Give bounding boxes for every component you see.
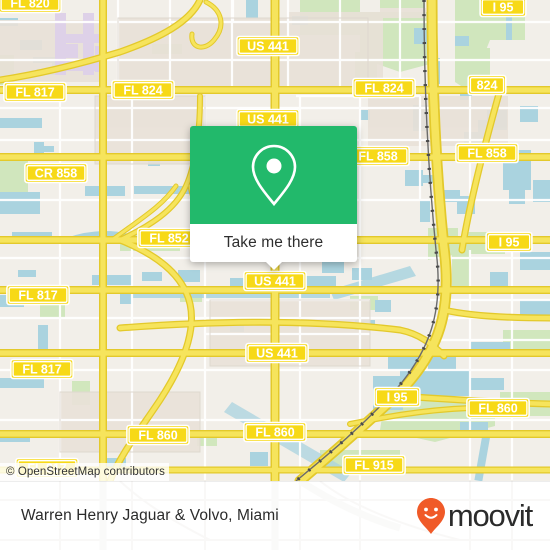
road-shield: US 441: [245, 342, 309, 364]
road-shield: FL 824: [111, 79, 175, 101]
road-shield: FL 817: [10, 358, 74, 380]
callout-tail: [265, 261, 283, 270]
place-title: Warren Henry Jaguar & Volvo, Miami: [21, 506, 279, 524]
map-canvas[interactable]: FL 820 I 95 US 441 FL 817 FL 824 FL 824 824 US …: [0, 0, 550, 481]
road-shield-label: FL 860: [478, 402, 517, 416]
road-shield: I 95: [485, 231, 533, 253]
road-shield: FL 860: [243, 421, 307, 443]
road-shield: FL 817: [3, 81, 67, 103]
road-shield-label: FL 915: [354, 459, 393, 473]
road-shield-label: FL 817: [15, 86, 54, 100]
moovit-smiley-pin-icon: [416, 497, 445, 534]
road-shield-label: FL 817: [22, 363, 61, 377]
road-shield-label: FL 817: [18, 289, 57, 303]
road-shield-label: FL 820: [10, 0, 49, 11]
road-shield-label: FL 858: [358, 150, 397, 164]
road-shield-label: CR 858: [35, 167, 77, 181]
road-shield: I 95: [373, 386, 421, 408]
road-shield-label: US 441: [254, 275, 296, 289]
footer-top-divider: [0, 481, 550, 482]
road-shield: 824: [467, 74, 507, 96]
road-shield-label: FL 824: [364, 82, 403, 96]
road-shield-label: FL 858: [467, 147, 506, 161]
callout-pin-panel: [190, 126, 357, 224]
road-shield-label: I 95: [499, 236, 520, 250]
map-pin-icon: [251, 144, 296, 207]
road-shield-label: FL 860: [255, 426, 294, 440]
road-shield-label: FL 860: [138, 429, 177, 443]
osm-attribution-text: © OpenStreetMap contributors: [6, 466, 165, 478]
map-share-card: FL 820 I 95 US 441 FL 817 FL 824 FL 824 824 US …: [0, 0, 550, 550]
take-me-there-callout[interactable]: Take me there: [190, 126, 357, 270]
moovit-wordmark: moovit: [447, 498, 533, 533]
road-shield: FL 817: [6, 284, 70, 306]
road-shield-label: US 441: [256, 347, 298, 361]
road-shield: I 95: [479, 0, 527, 18]
road-shield-label: US 441: [247, 40, 289, 54]
road-shield-label: FL 824: [123, 84, 162, 98]
footer-bar: Warren Henry Jaguar & Volvo, Miami moovi…: [0, 481, 550, 550]
osm-attribution: © OpenStreetMap contributors: [0, 463, 169, 481]
road-shield-label: FL 852: [149, 232, 188, 246]
take-me-there-label: Take me there: [223, 234, 324, 251]
road-shield-label: I 95: [387, 391, 408, 405]
road-shield: FL 824: [352, 77, 416, 99]
road-shield: FL 860: [126, 424, 190, 446]
callout-action-panel[interactable]: Take me there: [190, 224, 357, 262]
road-shield: FL 915: [342, 454, 406, 476]
road-shield: FL 860: [466, 397, 530, 419]
road-shield: US 441: [236, 35, 300, 57]
road-shield: FL 820: [0, 0, 62, 14]
moovit-logo: moovit: [416, 497, 533, 535]
road-shield-label: US 441: [247, 113, 289, 127]
road-shield: US 441: [243, 270, 307, 292]
road-shield-label: I 95: [493, 1, 514, 15]
road-shield-label: 824: [477, 79, 498, 93]
road-shield: FL 858: [455, 142, 519, 164]
road-shield: CR 858: [24, 162, 88, 184]
